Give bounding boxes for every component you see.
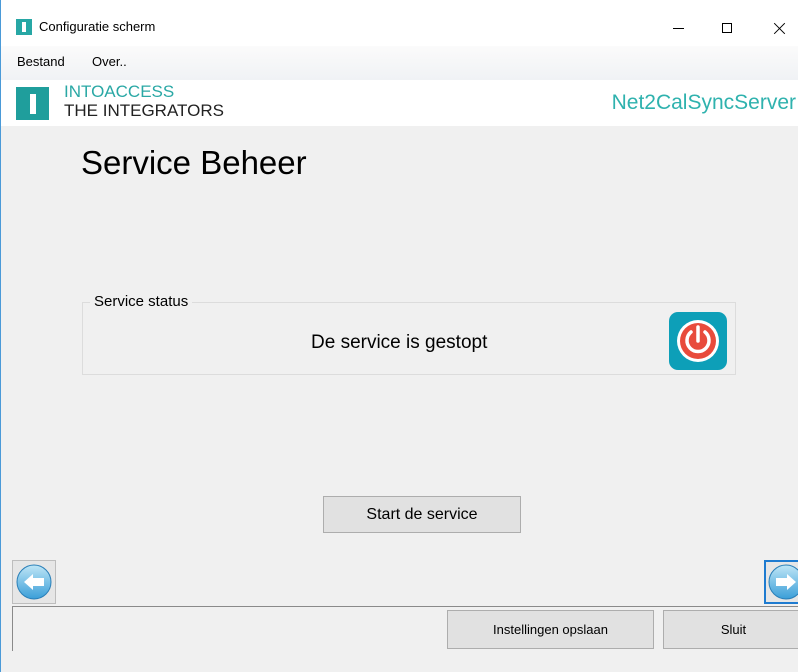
title-bar[interactable]: Configuratie scherm (1, 0, 798, 46)
arrow-left-icon (16, 564, 52, 600)
save-settings-button[interactable]: Instellingen opslaan (447, 610, 654, 649)
back-button[interactable] (12, 560, 56, 604)
close-window-button[interactable] (756, 10, 798, 46)
company-name-line2: THE INTEGRATORS (64, 101, 224, 120)
service-status-text: De service is gestopt (311, 332, 488, 353)
maximize-button[interactable] (704, 10, 750, 46)
power-stopped-icon (669, 312, 727, 370)
page-title: Service Beheer (81, 144, 307, 181)
app-logo-icon (16, 19, 32, 35)
window-title: Configuratie scherm (39, 19, 156, 34)
company-name-line1: INTOACCESS (64, 82, 175, 101)
menu-bar: Bestand Over.. (1, 46, 798, 80)
maximize-icon (722, 23, 732, 33)
company-logo-icon (16, 87, 49, 120)
forward-button[interactable] (764, 560, 798, 604)
close-app-button[interactable]: Sluit (663, 610, 798, 649)
arrow-right-icon (768, 564, 798, 600)
close-icon (773, 22, 786, 35)
app-window: Configuratie scherm Bestand Over.. INTOA… (0, 0, 798, 672)
product-name: Net2CalSyncServer (611, 91, 796, 114)
menu-item-bestand[interactable]: Bestand (17, 54, 65, 70)
start-service-button[interactable]: Start de service (323, 496, 521, 533)
minimize-button[interactable] (655, 10, 701, 46)
menu-item-over[interactable]: Over.. (92, 54, 127, 70)
service-status-label: Service status (90, 293, 193, 311)
minimize-icon (672, 27, 684, 29)
